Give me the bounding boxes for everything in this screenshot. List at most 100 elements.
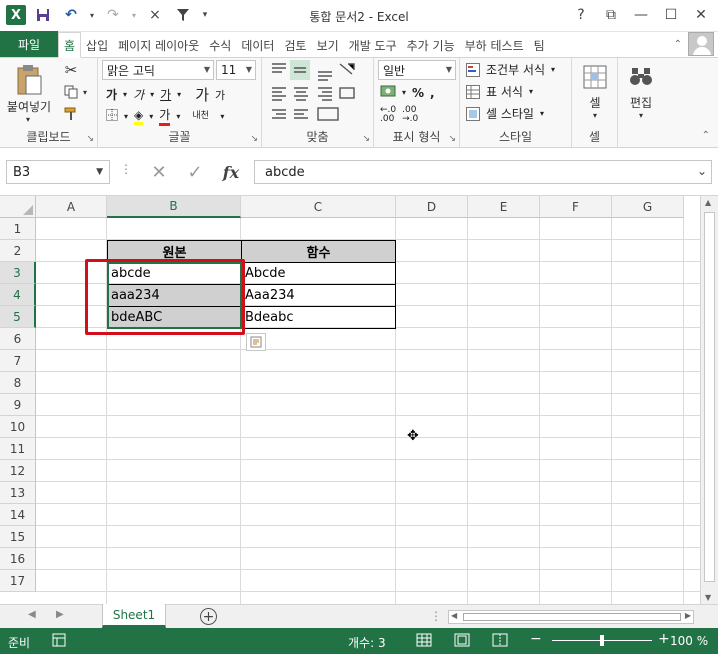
cell-C5[interactable]: Bdeabc (241, 306, 396, 329)
column-header-B[interactable]: B (107, 196, 241, 218)
accounting-icon[interactable] (380, 84, 396, 101)
tab-team[interactable]: 팀 (529, 33, 550, 57)
tab-page-layout[interactable]: 페이지 레이아웃 (113, 33, 204, 57)
comma-button[interactable]: , (430, 86, 435, 100)
editing-dropdown-icon[interactable]: ▾ (636, 110, 646, 120)
tab-data[interactable]: 데이터 (236, 33, 279, 57)
font-color-button[interactable]: 가 (159, 106, 171, 126)
row-header-5[interactable]: 5 (0, 306, 36, 328)
row-header-9[interactable]: 9 (0, 394, 36, 416)
row-header-10[interactable]: 10 (0, 416, 36, 438)
zoom-in-icon[interactable]: + (658, 631, 670, 647)
normal-view-icon[interactable] (416, 633, 432, 650)
bold-button[interactable]: 가 (106, 86, 117, 103)
row-header-4[interactable]: 4 (0, 284, 36, 306)
scroll-left-icon[interactable]: ◀ (451, 611, 457, 620)
row-header-11[interactable]: 11 (0, 438, 36, 460)
cells-button-label[interactable]: 셀 (576, 94, 614, 110)
row-header-14[interactable]: 14 (0, 504, 36, 526)
column-header-D[interactable]: D (396, 196, 468, 218)
column-header-F[interactable]: F (540, 196, 612, 218)
zoom-slider-thumb[interactable] (600, 635, 604, 646)
formula-bar-splitter-icon[interactable]: ⋮ (120, 162, 132, 176)
select-all-button[interactable] (0, 196, 36, 218)
tab-review[interactable]: 검토 (279, 33, 311, 57)
underline-button[interactable]: 가 (160, 86, 171, 103)
scroll-down-icon[interactable]: ▼ (705, 593, 711, 602)
find-binoculars-icon[interactable] (626, 62, 656, 92)
collapse-ribbon-icon[interactable]: ⌃ (674, 39, 682, 50)
row-header-7[interactable]: 7 (0, 350, 36, 372)
borders-icon[interactable] (106, 108, 118, 124)
percent-button[interactable]: % (412, 86, 424, 100)
tab-splitter-icon[interactable]: ⋮ (430, 609, 442, 623)
cells-icon[interactable] (580, 62, 610, 92)
row-header-13[interactable]: 13 (0, 482, 36, 504)
row-header-15[interactable]: 15 (0, 526, 36, 548)
tab-developer[interactable]: 개발 도구 (344, 33, 402, 57)
row-header-6[interactable]: 6 (0, 328, 36, 350)
row-header-3[interactable]: 3 (0, 262, 36, 284)
quick-analysis-icon[interactable] (246, 333, 266, 351)
copy-dropdown-icon[interactable]: ▾ (80, 84, 90, 100)
page-break-view-icon[interactable] (492, 633, 508, 650)
number-format-select[interactable]: 일반 ▼ (378, 60, 456, 80)
macro-record-icon[interactable] (52, 633, 66, 650)
row-header-1[interactable]: 1 (0, 218, 36, 240)
vertical-scrollbar[interactable]: ▲ ▼ (700, 196, 718, 604)
vertical-scroll-thumb[interactable] (704, 212, 715, 582)
copy-icon[interactable] (60, 82, 82, 102)
font-name-select[interactable]: 맑은 고딕 ▼ (102, 60, 214, 80)
prev-sheet-icon[interactable]: ◀ (28, 609, 36, 620)
font-launcher-icon[interactable]: ↘ (250, 134, 258, 144)
tab-view[interactable]: 보기 (312, 33, 344, 57)
name-box[interactable]: B3 ▼ (6, 160, 110, 184)
increase-decimal-icon[interactable]: ←.0.00 (380, 106, 396, 124)
row-header-12[interactable]: 12 (0, 460, 36, 482)
column-header-A[interactable]: A (36, 196, 107, 218)
row-header-2[interactable]: 2 (0, 240, 36, 262)
cell-C3[interactable]: Abcde (241, 262, 396, 285)
confirm-entry-icon[interactable]: ✓ (178, 160, 212, 184)
cut-icon[interactable]: ✂ (60, 60, 82, 80)
editing-button-label[interactable]: 편집 (620, 94, 662, 110)
tab-file[interactable]: 파일 (0, 31, 58, 57)
decrease-decimal-icon[interactable]: .00 →.0 (402, 106, 418, 124)
paste-dropdown-icon[interactable]: ▾ (22, 114, 34, 124)
sheet-tab-sheet1[interactable]: Sheet1 (102, 604, 166, 628)
formula-input[interactable]: abcde ⌄ (254, 160, 712, 184)
row-header-16[interactable]: 16 (0, 548, 36, 570)
row-header-17[interactable]: 17 (0, 570, 36, 592)
collapse-ribbon-caret-icon[interactable]: ⌃ (702, 130, 710, 141)
cells-dropdown-icon[interactable]: ▾ (590, 110, 600, 120)
worksheet-grid[interactable]: ABCDEFG 1 2 3 4 5 6 7 8 9 10 11 12 13 14 15 16 17 원본 함수 … (0, 196, 700, 604)
column-header-G[interactable]: G (612, 196, 684, 218)
column-header-C[interactable]: C (241, 196, 396, 218)
tab-formulas[interactable]: 수식 (204, 33, 236, 57)
cell-C2[interactable]: 함수 (241, 240, 396, 263)
zoom-level[interactable]: 100 % (670, 634, 708, 648)
format-painter-icon[interactable] (60, 104, 82, 124)
number-launcher-icon[interactable]: ↘ (448, 134, 456, 144)
horizontal-scrollbar[interactable]: ◀ ▶ (448, 610, 694, 624)
row-header-8[interactable]: 8 (0, 372, 36, 394)
alignment-buttons-icon[interactable] (268, 60, 368, 124)
maximize-button[interactable]: ☐ (658, 4, 684, 26)
help-button[interactable]: ? (568, 4, 594, 26)
scroll-up-icon[interactable]: ▲ (705, 198, 711, 207)
ribbon-display-options-button[interactable]: ⧉ (598, 4, 624, 26)
next-sheet-icon[interactable]: ▶ (56, 609, 64, 620)
cell-C4[interactable]: Aaa234 (241, 284, 396, 307)
paste-icon[interactable] (6, 62, 52, 98)
horizontal-scroll-thumb[interactable] (463, 613, 681, 621)
paste-button[interactable]: 붙여넣기 (4, 98, 54, 114)
tab-load-test[interactable]: 부하 테스트 (460, 33, 529, 57)
scroll-right-icon[interactable]: ▶ (685, 611, 691, 620)
tab-home[interactable]: 홈 (58, 32, 82, 58)
clipboard-launcher-icon[interactable]: ↘ (86, 134, 94, 144)
account-avatar[interactable] (688, 32, 714, 56)
page-layout-view-icon[interactable] (454, 633, 470, 650)
shrink-font-button[interactable]: 가 (215, 87, 225, 103)
grow-font-button[interactable]: 가 (195, 84, 209, 105)
cell-styles-button[interactable]: 셀 스타일 ▾ (466, 105, 544, 122)
